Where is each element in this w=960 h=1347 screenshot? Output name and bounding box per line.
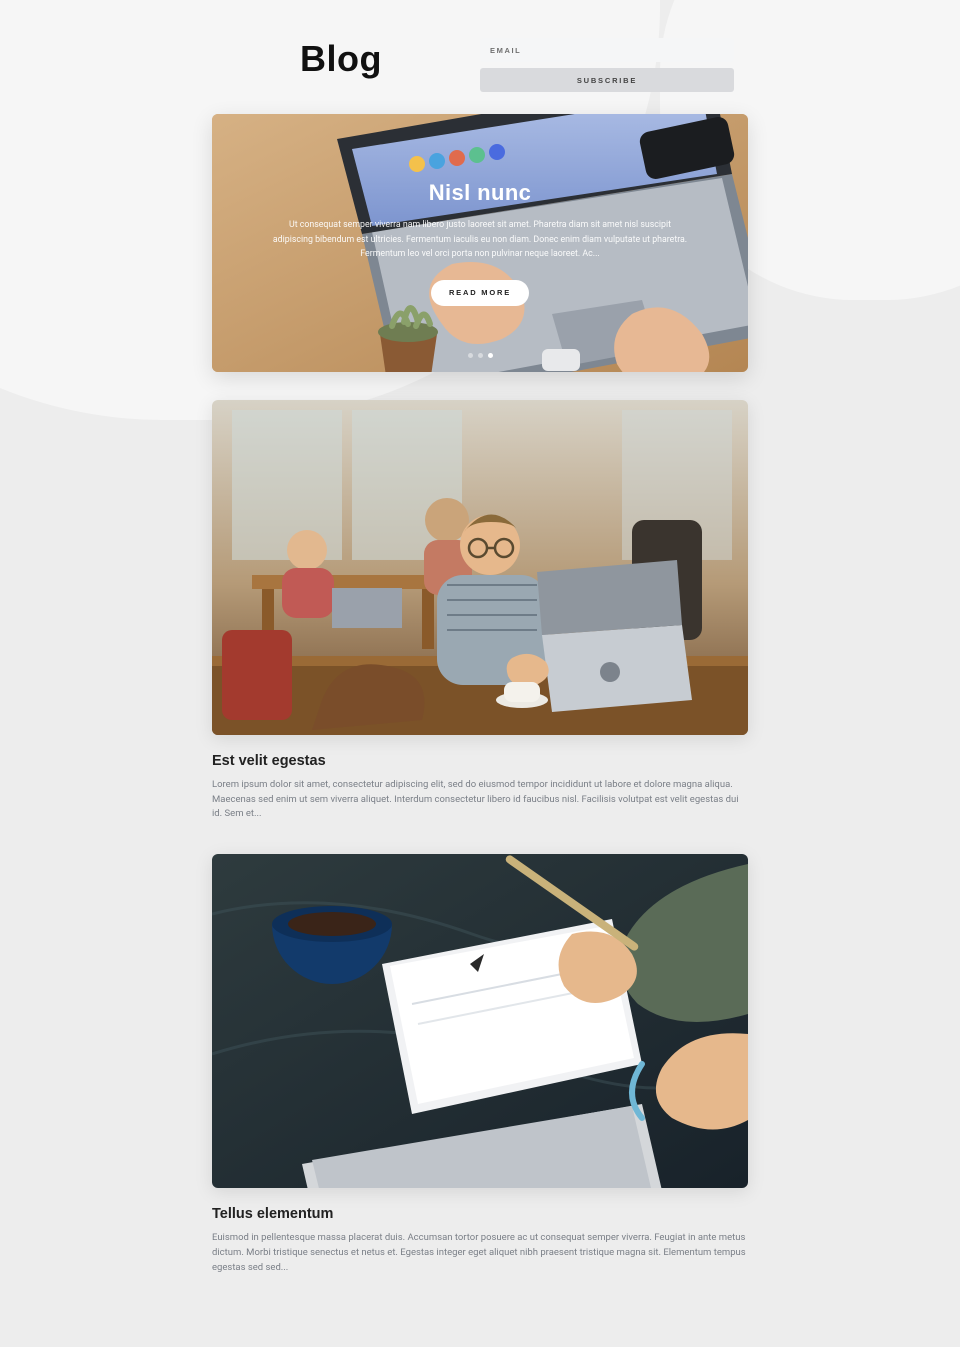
slider-dot[interactable] — [468, 353, 473, 358]
email-field[interactable] — [480, 38, 734, 62]
post-title[interactable]: Tellus elementum — [212, 1206, 748, 1222]
post-card: Tellus elementum Euismod in pellentesque… — [212, 854, 748, 1275]
post-image[interactable] — [212, 400, 748, 735]
header-row: Blog SUBSCRIBE — [212, 0, 748, 92]
subscribe-button[interactable]: SUBSCRIBE — [480, 68, 734, 92]
slider-dot[interactable] — [488, 353, 493, 358]
slider-dots — [212, 353, 748, 358]
slider-dot[interactable] — [478, 353, 483, 358]
read-more-button[interactable]: READ MORE — [431, 280, 529, 306]
post-card: Est velit egestas Lorem ipsum dolor sit … — [212, 400, 748, 822]
post-title[interactable]: Est velit egestas — [212, 753, 748, 769]
post-image[interactable] — [212, 854, 748, 1188]
hero-excerpt: Ut consequat semper viverra nam libero j… — [270, 218, 690, 262]
hero-slider: Nisl nunc Ut consequat semper viverra na… — [212, 114, 748, 372]
post-excerpt: Euismod in pellentesque massa placerat d… — [212, 1231, 748, 1275]
post-excerpt: Lorem ipsum dolor sit amet, consectetur … — [212, 778, 748, 822]
hero-title: Nisl nunc — [429, 180, 532, 206]
page-title: Blog — [300, 38, 480, 80]
